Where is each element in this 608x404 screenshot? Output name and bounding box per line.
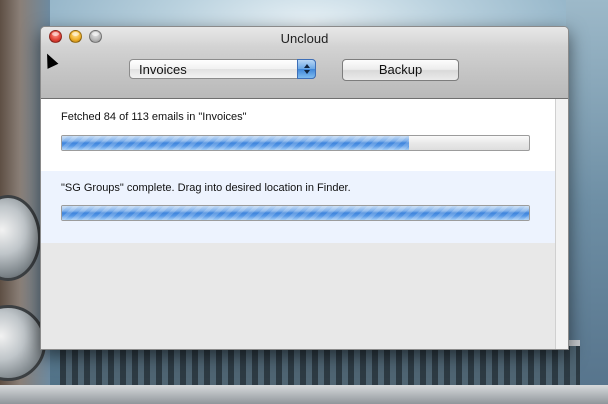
mailbox-popup[interactable]: Invoices [129,59,316,79]
backup-button[interactable]: Backup [342,59,459,81]
task-status-text: "SG Groups" complete. Drag into desired … [61,182,351,194]
uncloud-window: Uncloud Invoices Backup Fetched 84 of 11… [40,26,569,350]
list-item[interactable]: "SG Groups" complete. Drag into desired … [41,171,555,243]
task-list: Fetched 84 of 113 emails in "Invoices" "… [41,99,568,349]
scrollbar[interactable] [555,99,568,349]
mailbox-popup-value: Invoices [139,62,187,77]
updown-chevron-icon [297,59,316,79]
title-toolbar: Uncloud Invoices Backup [41,27,568,99]
task-status-text: Fetched 84 of 113 emails in "Invoices" [61,111,247,123]
progress-fill [62,136,409,150]
progress-bar [61,205,530,221]
progress-fill [62,206,529,220]
window-title: Uncloud [280,31,329,46]
progress-bar [61,135,530,151]
car-bumper [0,385,608,404]
list-item[interactable]: Fetched 84 of 113 emails in "Invoices" [41,99,555,171]
